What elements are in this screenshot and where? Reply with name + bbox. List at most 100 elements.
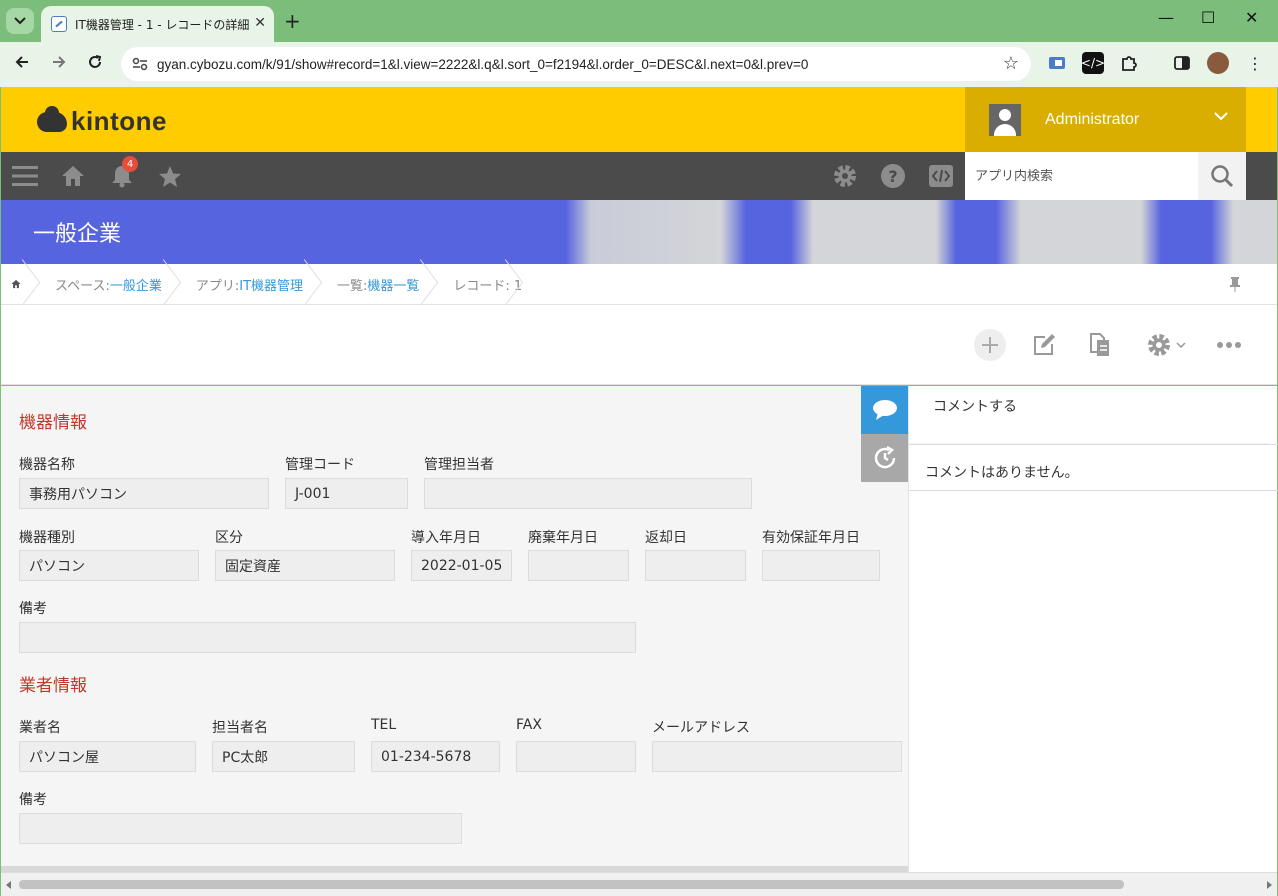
record-settings-button[interactable] <box>1142 329 1190 361</box>
more-options-button[interactable] <box>1215 329 1243 361</box>
more-dots-icon <box>1217 342 1241 348</box>
kintone-cloud-icon <box>37 105 67 132</box>
management-code-field: J-001 <box>285 478 408 509</box>
tel-label: TEL <box>371 717 397 733</box>
search-button[interactable] <box>1198 152 1246 200</box>
side-panel-icon[interactable] <box>1171 52 1193 74</box>
pin-icon[interactable] <box>1229 276 1241 296</box>
comment-input[interactable]: コメントする <box>909 386 1269 444</box>
maximize-button[interactable]: ☐ <box>1201 8 1215 27</box>
intro-date-label: 導入年月日 <box>411 530 481 546</box>
reload-icon <box>89 55 102 68</box>
devtools-extension-icon[interactable]: </> <box>1081 52 1105 74</box>
warranty-date-field <box>762 550 880 581</box>
breadcrumb-space-label: スペース: <box>55 278 110 294</box>
forward-button[interactable] <box>51 54 67 75</box>
breadcrumb-record: レコード: 1 <box>437 264 522 305</box>
app-favicon-icon <box>51 16 67 32</box>
site-info-icon[interactable] <box>129 53 151 75</box>
breadcrumb-record-label: レコード: 1 <box>453 278 523 294</box>
edit-record-button[interactable] <box>1031 329 1059 361</box>
minimize-button[interactable]: — <box>1158 8 1174 27</box>
star-favorites-icon[interactable] <box>156 152 184 200</box>
url-text: gyan.cybozu.com/k/91/show#record=1&l.vie… <box>157 56 809 72</box>
home-icon[interactable] <box>59 152 87 200</box>
copy-document-icon <box>1090 333 1109 356</box>
profile-avatar[interactable] <box>1207 52 1229 74</box>
vendor-note-field <box>19 813 462 844</box>
note-label: 備考 <box>19 601 47 617</box>
new-tab-button[interactable]: + <box>284 9 301 33</box>
record-action-bar <box>1 305 1277 385</box>
add-record-button[interactable] <box>974 329 1006 361</box>
scroll-right-icon[interactable] <box>1265 881 1273 889</box>
breadcrumb-app-link[interactable]: IT機器管理 <box>239 275 303 294</box>
notification-badge: 4 <box>122 156 138 172</box>
bookmark-star-icon[interactable]: ☆ <box>1003 53 1019 74</box>
browser-toolbar: gyan.cybozu.com/k/91/show#record=1&l.vie… <box>0 42 1278 87</box>
browser-tab[interactable]: IT機器管理 - 1 - レコードの詳細 ✕ <box>41 6 274 42</box>
tab-close-icon[interactable]: ✕ <box>254 15 266 31</box>
kintone-logo[interactable]: kintone <box>37 105 167 137</box>
note-field <box>19 622 636 653</box>
divider <box>909 444 1278 445</box>
breadcrumb-home[interactable] <box>1 264 39 305</box>
reload-button[interactable] <box>87 54 103 75</box>
space-title[interactable]: 一般企業 <box>33 216 121 248</box>
breadcrumb-app-label: アプリ: <box>195 278 240 294</box>
management-code-label: 管理コード <box>285 457 355 473</box>
breadcrumb-space: スペース: 一般企業 <box>39 264 180 305</box>
scrollbar-thumb[interactable] <box>19 880 1124 889</box>
extensions-puzzle-icon[interactable] <box>1118 52 1140 74</box>
arrow-right-icon <box>53 56 66 68</box>
duplicate-record-button[interactable] <box>1088 329 1112 361</box>
manager-label: 管理担当者 <box>424 457 494 473</box>
translate-extension-icon[interactable] <box>1046 52 1068 74</box>
browser-tab-bar: IT機器管理 - 1 - レコードの詳細 ✕ + — ☐ ✕ <box>0 0 1278 42</box>
kintone-nav-bar: 4 ? <box>1 152 1277 200</box>
breadcrumb-space-link[interactable]: 一般企業 <box>110 275 162 294</box>
return-date-field <box>645 550 746 581</box>
history-tab[interactable] <box>861 434 908 482</box>
svg-text:?: ? <box>888 167 897 186</box>
warranty-date-label: 有効保証年月日 <box>762 530 860 546</box>
hamburger-menu-icon[interactable] <box>11 152 39 200</box>
app-search-input[interactable] <box>975 168 1195 184</box>
breadcrumb-view-label: 一覧: <box>337 278 368 294</box>
help-icon[interactable]: ? <box>879 152 907 200</box>
device-type-label: 機器種別 <box>19 530 75 546</box>
edit-pencil-icon <box>1034 334 1055 355</box>
app-search-field[interactable] <box>965 152 1198 200</box>
email-field <box>652 741 902 772</box>
logo-text: kintone <box>71 106 167 136</box>
no-comments-text: コメントはありません。 <box>925 465 1079 481</box>
user-name: Administrator <box>1045 110 1140 128</box>
horizontal-scrollbar[interactable] <box>1 872 1277 896</box>
intro-date-field: 2022-01-05 <box>411 550 512 581</box>
device-type-field: パソコン <box>19 550 199 581</box>
user-menu[interactable]: Administrator <box>965 87 1246 152</box>
plus-icon <box>982 337 998 353</box>
address-bar[interactable]: gyan.cybozu.com/k/91/show#record=1&l.vie… <box>121 47 1031 81</box>
breadcrumb-view-link[interactable]: 機器一覧 <box>367 275 419 294</box>
space-banner: 一般企業 <box>1 200 1277 264</box>
comments-tab[interactable] <box>861 386 908 434</box>
section-device-info: 機器情報 <box>19 413 87 433</box>
code-customize-icon[interactable] <box>927 152 955 200</box>
app-settings-gear-icon[interactable] <box>831 152 859 200</box>
section-vendor-info: 業者情報 <box>19 676 87 696</box>
back-button[interactable] <box>14 54 30 75</box>
disposal-date-label: 廃棄年月日 <box>528 530 598 546</box>
chevron-down-icon <box>14 17 26 25</box>
search-icon <box>1211 165 1234 188</box>
close-window-button[interactable]: ✕ <box>1245 8 1258 27</box>
tab-title: IT機器管理 - 1 - レコードの詳細 <box>75 17 250 32</box>
divider <box>909 490 1278 491</box>
browser-menu-icon[interactable]: ⋮ <box>1244 52 1266 74</box>
scroll-left-icon[interactable] <box>5 881 13 889</box>
category-field: 固定資産 <box>215 550 395 581</box>
tel-field: 01-234-5678 <box>371 741 500 772</box>
tab-search-button[interactable] <box>6 8 34 34</box>
comment-panel: コメントする コメントはありません。 <box>908 386 1278 872</box>
device-name-field: 事務用パソコン <box>19 478 269 509</box>
